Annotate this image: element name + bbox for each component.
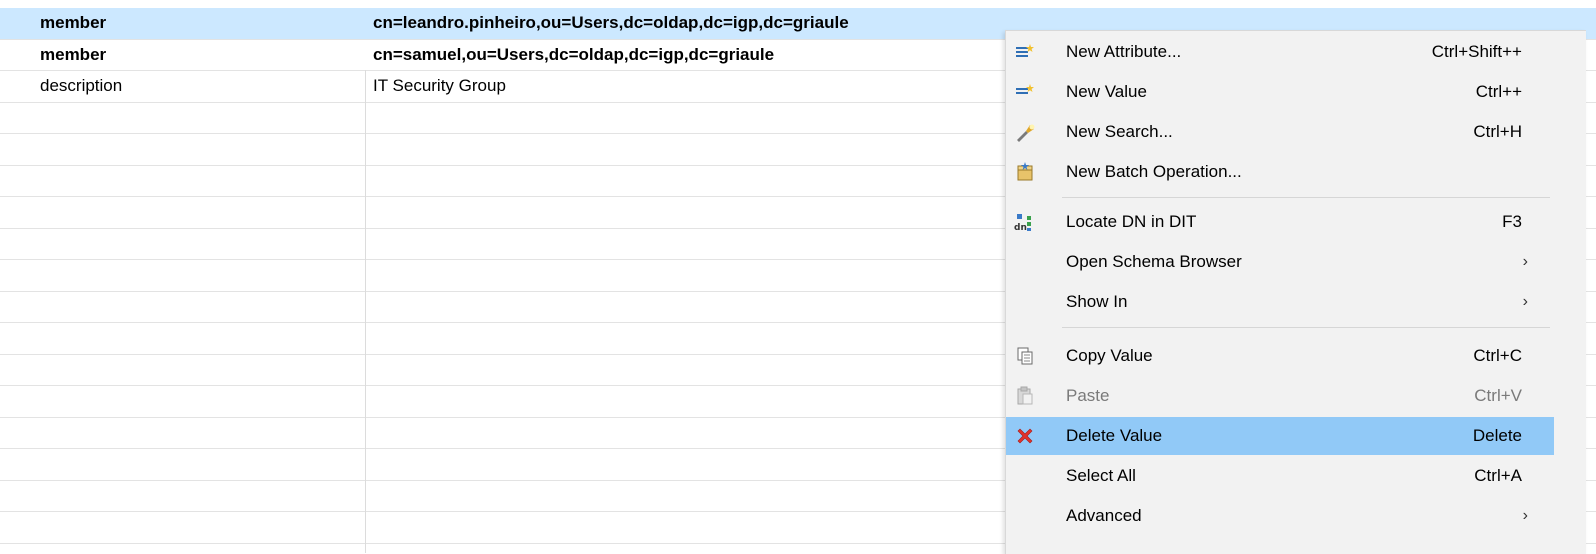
menu-item-locate-dn[interactable]: dn Locate DN in DIT F3 xyxy=(1006,203,1554,241)
menu-item-label: Open Schema Browser xyxy=(1066,252,1242,271)
menu-item-label: Show In xyxy=(1066,292,1128,311)
menu-item-open-schema-browser[interactable]: Open Schema Browser › xyxy=(1006,243,1554,281)
menu-item-label: Select All xyxy=(1066,466,1136,485)
menu-item-new-attribute[interactable]: New Attribute... Ctrl+Shift++ xyxy=(1006,33,1554,71)
menu-item-new-value[interactable]: New Value Ctrl++ xyxy=(1006,73,1554,111)
menu-item-label: Delete Value xyxy=(1066,426,1163,445)
menu-item-label: Paste xyxy=(1066,386,1110,405)
menu-item-label: New Batch Operation... xyxy=(1066,162,1242,181)
menu-separator xyxy=(1062,327,1550,328)
locate-dn-icon: dn xyxy=(1014,211,1036,233)
menu-item-delete-value[interactable]: Delete Value Delete xyxy=(1006,417,1554,455)
context-menu: New Attribute... Ctrl+Shift++ New Value … xyxy=(1005,30,1586,554)
menu-item-copy-value[interactable]: Copy Value Ctrl+C xyxy=(1006,337,1554,375)
menu-item-shortcut: Ctrl+A xyxy=(1474,466,1522,485)
paste-icon xyxy=(1014,385,1036,407)
batch-operation-icon xyxy=(1014,161,1036,183)
new-attribute-icon xyxy=(1014,41,1036,63)
menu-item-label: New Attribute... xyxy=(1066,42,1182,61)
menu-item-new-batch-operation[interactable]: New Batch Operation... xyxy=(1006,153,1554,191)
menu-item-shortcut: Delete xyxy=(1472,426,1522,445)
menu-item-select-all[interactable]: Select All Ctrl+A xyxy=(1006,457,1554,495)
menu-item-advanced[interactable]: Advanced › xyxy=(1006,497,1554,535)
attribute-name: member xyxy=(40,13,107,32)
menu-item-shortcut: Ctrl++ xyxy=(1475,82,1522,101)
menu-item-shortcut: F3 xyxy=(1502,212,1522,231)
new-value-icon xyxy=(1014,81,1036,103)
column-divider[interactable] xyxy=(365,70,366,553)
menu-item-label: Copy Value xyxy=(1066,346,1153,365)
menu-item-label: Advanced xyxy=(1066,506,1142,525)
submenu-arrow-icon: › xyxy=(1522,253,1528,270)
menu-separator xyxy=(1062,197,1550,198)
search-flashlight-icon xyxy=(1014,121,1036,143)
menu-item-shortcut: Ctrl+Shift++ xyxy=(1431,42,1522,61)
menu-item-shortcut: Ctrl+C xyxy=(1473,346,1522,365)
attribute-value: cn=leandro.pinheiro,ou=Users,dc=oldap,dc… xyxy=(373,13,849,32)
submenu-arrow-icon: › xyxy=(1522,507,1528,524)
attribute-name: member xyxy=(40,44,107,64)
menu-item-label: Locate DN in DIT xyxy=(1066,212,1197,231)
attribute-value: IT Security Group xyxy=(373,76,506,95)
menu-item-show-in[interactable]: Show In › xyxy=(1006,283,1554,321)
submenu-arrow-icon: › xyxy=(1522,293,1528,310)
delete-x-icon xyxy=(1014,425,1036,447)
menu-item-shortcut: Ctrl+H xyxy=(1473,122,1522,141)
menu-item-label: New Value xyxy=(1066,82,1147,101)
attribute-value: cn=samuel,ou=Users,dc=oldap,dc=igp,dc=gr… xyxy=(373,44,775,64)
menu-item-shortcut: Ctrl+V xyxy=(1474,386,1522,405)
copy-icon xyxy=(1014,345,1036,367)
svg-text:dn: dn xyxy=(1014,223,1027,232)
attribute-name: description xyxy=(40,76,123,95)
menu-item-label: New Search... xyxy=(1066,122,1173,141)
menu-item-paste[interactable]: Paste Ctrl+V xyxy=(1006,377,1554,415)
menu-item-new-search[interactable]: New Search... Ctrl+H xyxy=(1006,113,1554,151)
